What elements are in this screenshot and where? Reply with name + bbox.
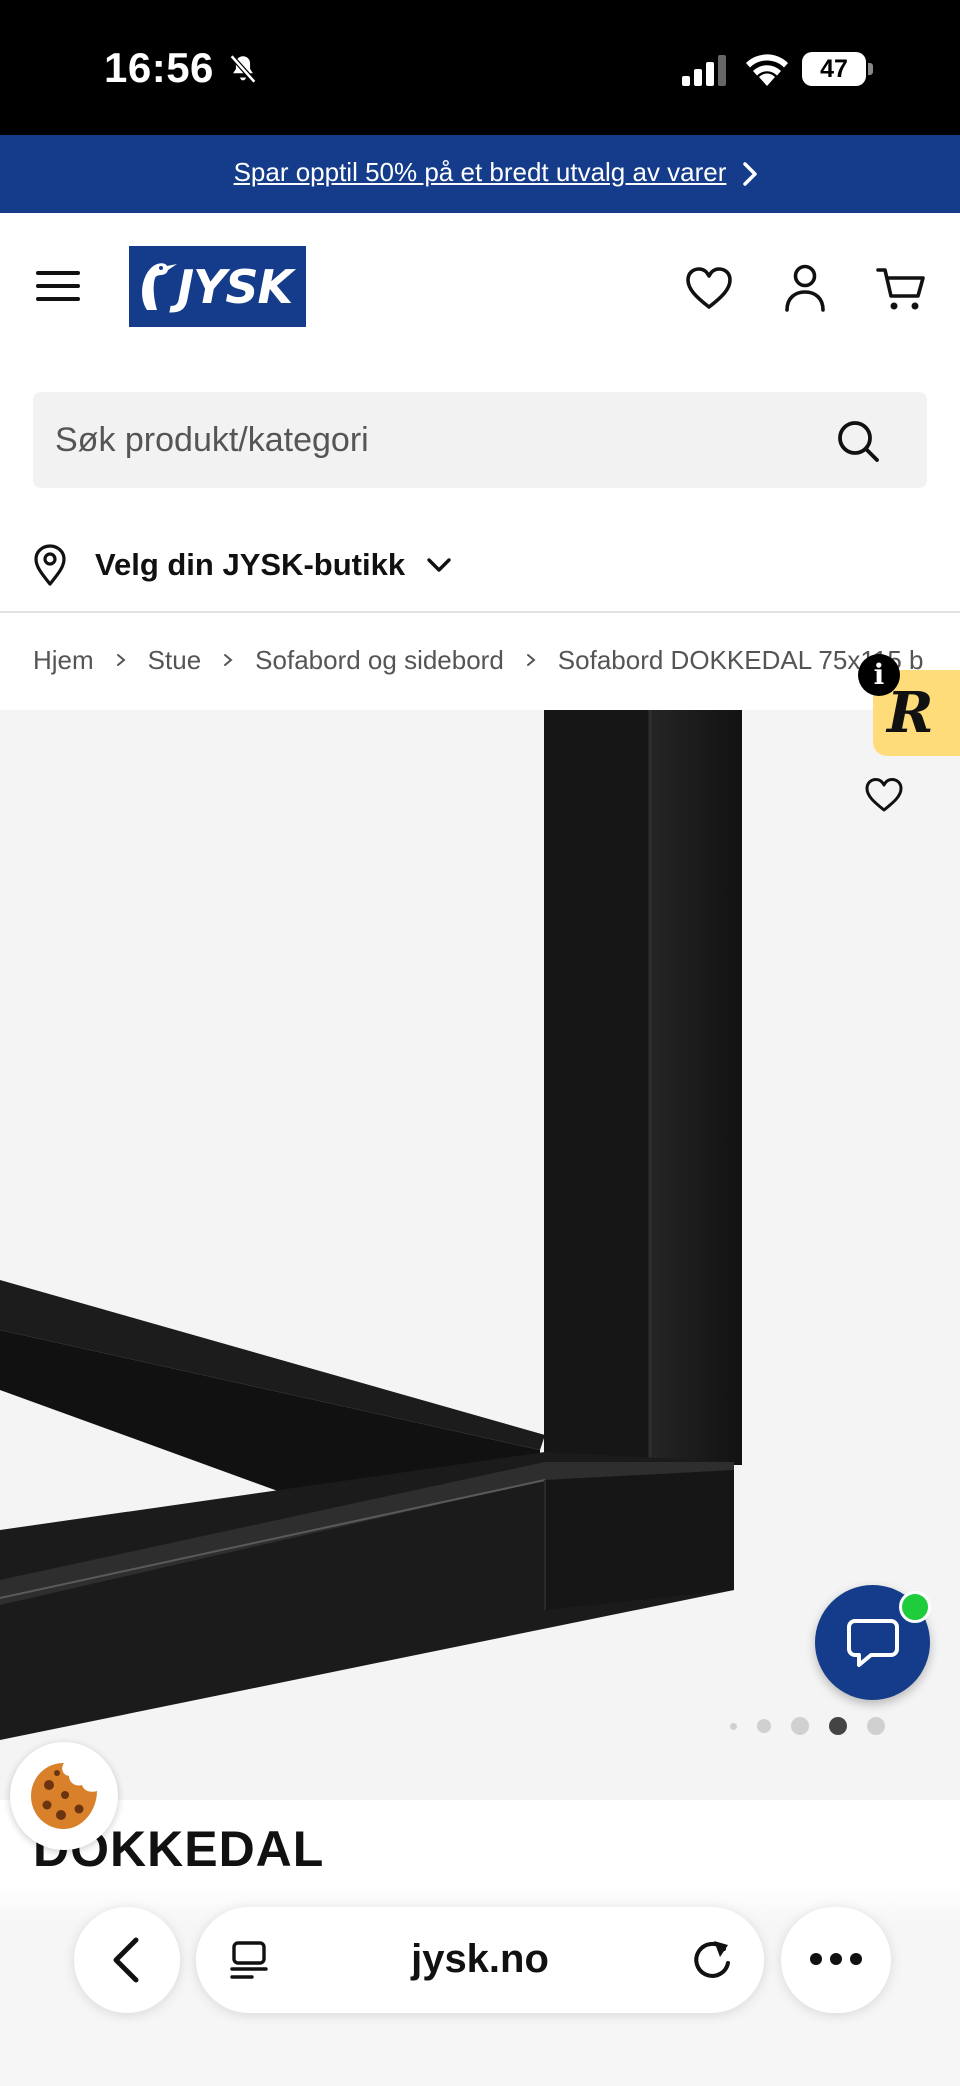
chevron-down-icon [427, 558, 451, 572]
breadcrumb-item-hjem[interactable]: Hjem [33, 645, 94, 676]
chevron-right-icon [526, 654, 536, 666]
carousel-dot[interactable] [757, 1719, 771, 1733]
bell-slash-icon [229, 54, 257, 84]
divider [0, 611, 960, 613]
cookie-icon [31, 1763, 97, 1829]
carousel-dot[interactable] [791, 1717, 809, 1735]
address-bar[interactable]: jysk.no [196, 1907, 764, 2013]
reload-icon[interactable] [690, 1937, 734, 1983]
search-icon[interactable] [835, 418, 881, 464]
carousel-dot-active[interactable] [829, 1717, 847, 1735]
cart-icon[interactable] [876, 265, 926, 313]
search-input[interactable] [55, 392, 815, 488]
signal-icon [682, 55, 726, 86]
promo-link[interactable]: Spar opptil 50% på et bredt utvalg av va… [0, 157, 960, 188]
online-status-dot [899, 1591, 931, 1623]
info-icon[interactable]: i [858, 654, 900, 696]
chat-bubble-icon [847, 1619, 899, 1667]
breadcrumb-item-stue[interactable]: Stue [148, 645, 202, 676]
logo-text: JYSK [177, 259, 293, 314]
more-button[interactable] [781, 1907, 891, 2013]
battery-level: 47 [820, 55, 848, 83]
carousel-dot[interactable] [730, 1722, 737, 1730]
jysk-logo[interactable]: JYSK [129, 246, 306, 327]
cookie-settings-button[interactable] [10, 1742, 118, 1850]
wifi-icon [746, 54, 788, 86]
search-bar [33, 392, 927, 488]
browser-toolbar: jysk.no [0, 1885, 960, 2086]
heart-icon[interactable] [684, 265, 734, 311]
site-header: JYSK [0, 213, 960, 363]
store-selector-label: Velg din JYSK-butikk [95, 547, 406, 582]
breadcrumb-item-sofabord-og-sidebord[interactable]: Sofabord og sidebord [255, 645, 504, 676]
chevron-right-icon [224, 654, 233, 666]
chevron-right-icon [743, 162, 757, 186]
promo-banner[interactable]: Spar opptil 50% på et bredt utvalg av va… [0, 135, 960, 213]
reviews-badge-letter: R [887, 680, 934, 746]
location-pin-icon [34, 544, 66, 586]
status-bar: 16:56 47 [0, 0, 960, 135]
menu-icon[interactable] [36, 268, 80, 304]
user-icon[interactable] [782, 263, 828, 313]
favorite-heart-icon[interactable] [864, 776, 904, 814]
carousel-dots [730, 1716, 905, 1736]
more-icon [810, 1953, 862, 1965]
carousel-dot[interactable] [867, 1717, 885, 1735]
status-time: 16:56 [104, 44, 214, 91]
store-selector[interactable]: Velg din JYSK-butikk [33, 535, 453, 595]
url-text: jysk.no [411, 1937, 549, 1981]
battery-icon: 47 [802, 52, 873, 86]
breadcrumb: Hjem Stue Sofabord og sidebord Sofabord … [33, 640, 928, 680]
back-icon [113, 1937, 139, 1983]
logo-bird-icon [142, 262, 177, 310]
back-button[interactable] [74, 1907, 180, 2013]
chevron-right-icon [116, 654, 126, 666]
